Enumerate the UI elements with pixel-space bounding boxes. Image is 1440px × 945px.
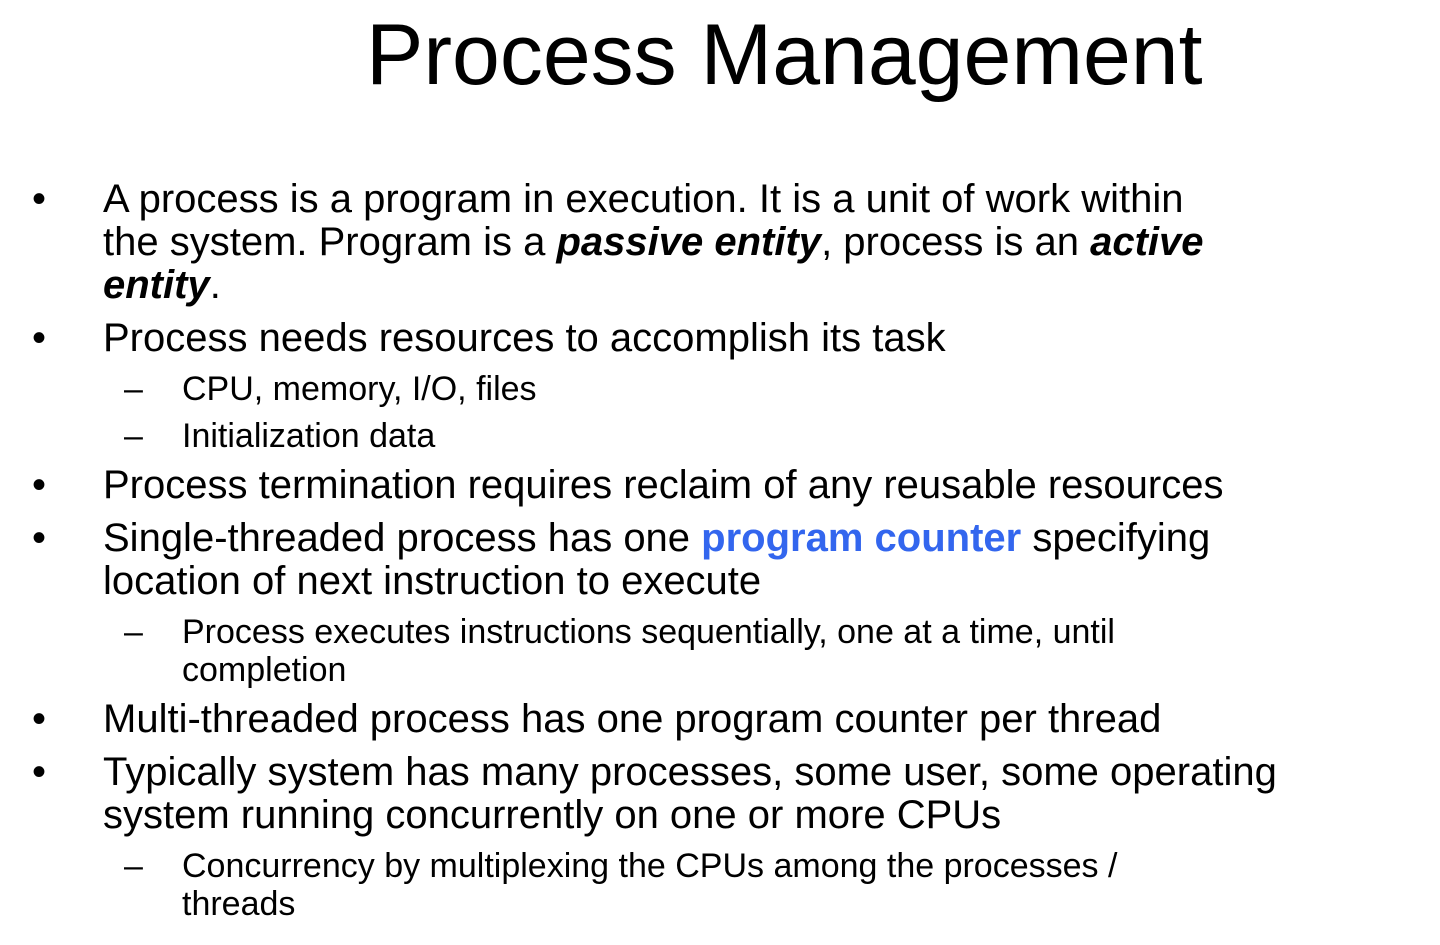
slide-content: • A process is a program in execution. I… bbox=[0, 178, 1440, 932]
bullet-line: Typically system has many processes, som… bbox=[103, 750, 1277, 794]
sub-bullet-line: Initialization data bbox=[182, 417, 436, 455]
text-run: , process is an bbox=[821, 220, 1091, 264]
bullet-line: system running concurrently on one or mo… bbox=[103, 793, 1002, 837]
bullet-icon: • bbox=[32, 697, 47, 741]
bullet-icon: • bbox=[32, 463, 47, 507]
bullet-line: Process needs resources to accomplish it… bbox=[103, 316, 946, 360]
bullet-line: the system. Program is a passive entity,… bbox=[103, 221, 1440, 264]
bullet-line: location of next instruction to execute bbox=[103, 559, 762, 603]
bullet-item-process-definition: • A process is a program in execution. I… bbox=[0, 178, 1440, 307]
text-run: Single-threaded process has one bbox=[103, 516, 702, 560]
slide: Process Management • A process is a prog… bbox=[0, 0, 1440, 945]
dash-icon: – bbox=[124, 417, 143, 455]
bullet-item-multi-threaded: • Multi-threaded process has one program… bbox=[0, 698, 1440, 741]
sub-bullet-item-cpu-memory: – CPU, memory, I/O, files bbox=[0, 370, 1440, 408]
dash-icon: – bbox=[124, 847, 143, 885]
emphasis-entity: entity bbox=[103, 263, 210, 307]
highlight-program-counter: program counter bbox=[701, 516, 1022, 560]
sub-bullet-line: Concurrency by multiplexing the CPUs amo… bbox=[182, 847, 1118, 885]
sub-bullet-line: CPU, memory, I/O, files bbox=[182, 370, 537, 408]
emphasis-passive-entity: passive entity bbox=[556, 220, 822, 264]
bullet-line: Multi-threaded process has one program c… bbox=[103, 697, 1162, 741]
bullet-line: entity. bbox=[103, 264, 1440, 307]
text-run: specifying bbox=[1021, 516, 1211, 560]
sub-bullet-item-init-data: – Initialization data bbox=[0, 417, 1440, 455]
sub-bullet-line: threads bbox=[182, 885, 296, 923]
text-run: . bbox=[209, 263, 221, 307]
sub-bullet-line: Process executes instructions sequential… bbox=[182, 613, 1115, 651]
bullet-item-single-threaded: • Single-threaded process has one progra… bbox=[0, 517, 1440, 603]
bullet-line: Process termination requires reclaim of … bbox=[103, 463, 1224, 507]
emphasis-active: active bbox=[1090, 220, 1204, 264]
bullet-line: A process is a program in execution. It … bbox=[103, 177, 1184, 221]
bullet-icon: • bbox=[32, 177, 47, 221]
bullet-item-many-processes: • Typically system has many processes, s… bbox=[0, 751, 1440, 837]
text-run: the system. Program is a bbox=[103, 220, 557, 264]
bullet-icon: • bbox=[32, 750, 47, 794]
bullet-item-termination: • Process termination requires reclaim o… bbox=[0, 464, 1440, 507]
sub-bullet-item-sequential: – Process executes instructions sequenti… bbox=[0, 613, 1440, 689]
sub-bullet-item-concurrency: – Concurrency by multiplexing the CPUs a… bbox=[0, 847, 1440, 923]
dash-icon: – bbox=[124, 370, 143, 408]
dash-icon: – bbox=[124, 613, 143, 651]
sub-bullet-line: completion bbox=[182, 651, 347, 689]
bullet-line: Single-threaded process has one program … bbox=[103, 517, 1440, 560]
slide-title: Process Management bbox=[366, 7, 1203, 103]
bullet-icon: • bbox=[32, 516, 47, 560]
bullet-icon: • bbox=[32, 316, 47, 360]
bullet-item-resources: • Process needs resources to accomplish … bbox=[0, 317, 1440, 360]
